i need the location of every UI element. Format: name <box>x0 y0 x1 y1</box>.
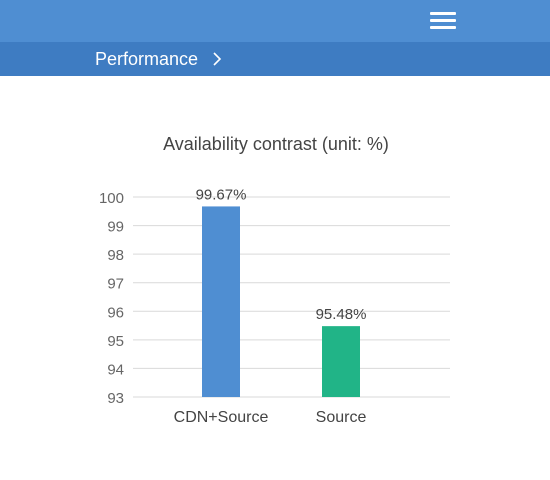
y-tick-label: 93 <box>107 390 124 407</box>
bar-data-label: 99.67% <box>196 186 247 203</box>
chart-grid <box>133 196 450 398</box>
chevron-right-icon <box>213 52 222 66</box>
menu-line <box>430 19 456 22</box>
y-tick-label: 98 <box>107 247 124 264</box>
chart-title: Availability contrast (unit: %) <box>163 134 389 154</box>
bar-data-label: 95.48% <box>316 306 367 323</box>
breadcrumb[interactable]: Performance <box>95 42 224 76</box>
y-tick-label: 96 <box>107 304 124 321</box>
y-axis-ticks: 93 94 95 96 97 98 99 100 <box>99 190 124 407</box>
bar-cdn-source <box>202 206 240 397</box>
y-tick-label: 99 <box>107 219 124 236</box>
chart-svg: Availability contrast (unit: %) 93 94 95 96… <box>99 134 450 426</box>
x-tick-label: Source <box>316 409 367 426</box>
y-tick-label: 94 <box>107 361 124 378</box>
bar-source <box>322 326 360 397</box>
breadcrumb-bar: Performance <box>0 42 550 76</box>
menu-line <box>430 26 456 29</box>
y-tick-label: 95 <box>107 333 124 350</box>
top-header-bar <box>0 0 550 42</box>
x-tick-label: CDN+Source <box>174 409 269 426</box>
hamburger-menu-icon[interactable] <box>430 10 456 32</box>
menu-line <box>430 12 456 15</box>
x-axis-ticks: CDN+Source Source <box>174 409 367 426</box>
y-tick-label: 97 <box>107 276 124 293</box>
breadcrumb-label: Performance <box>95 49 199 69</box>
availability-chart: Availability contrast (unit: %) 93 94 95 96… <box>0 110 550 450</box>
y-tick-label: 100 <box>99 190 124 207</box>
